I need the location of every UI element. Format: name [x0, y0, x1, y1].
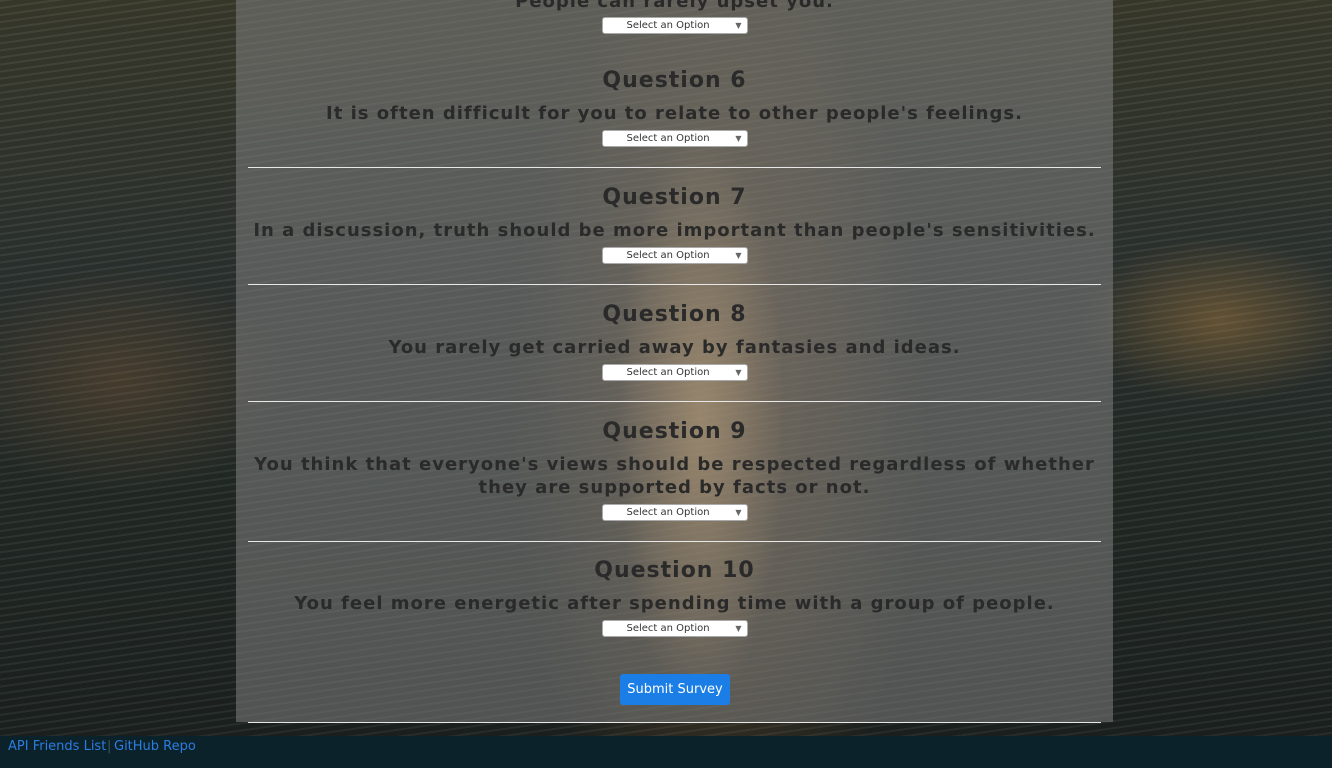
divider [248, 541, 1101, 542]
question-9: Question 9 You think that everyone's vie… [248, 419, 1101, 521]
question-5: People can rarely upset you. Select an O… [248, 0, 1101, 34]
select-value: Select an Option [626, 623, 710, 634]
question-title: Question 6 [602, 68, 747, 93]
select-value: Select an Option [626, 367, 710, 378]
question-title: Question 10 [594, 558, 755, 583]
question-title: Question 8 [602, 302, 747, 327]
question-title: Question 9 [602, 419, 747, 444]
question-text: It is often difficult for you to relate … [326, 103, 1023, 124]
answer-select[interactable]: Select an Option ▼ [601, 620, 748, 637]
footer-separator: | [107, 739, 112, 754]
select-value: Select an Option [626, 133, 710, 144]
question-6: Question 6 It is often difficult for you… [248, 68, 1101, 147]
question-text: You think that everyone's views should b… [254, 454, 1095, 498]
question-text: You feel more energetic after spending t… [294, 593, 1055, 614]
chevron-down-icon: ▼ [735, 624, 742, 633]
question-text: You rarely get carried away by fantasies… [388, 337, 961, 358]
question-text: People can rarely upset you. [515, 0, 834, 12]
chevron-down-icon: ▼ [735, 21, 742, 30]
answer-select[interactable]: Select an Option ▼ [601, 364, 748, 381]
chevron-down-icon: ▼ [735, 368, 742, 377]
divider [248, 284, 1101, 285]
select-value: Select an Option [626, 507, 710, 518]
question-8: Question 8 You rarely get carried away b… [248, 302, 1101, 381]
bottom-divider [248, 722, 1101, 723]
github-repo-link[interactable]: GitHub Repo [114, 739, 196, 754]
answer-select[interactable]: Select an Option ▼ [601, 247, 748, 264]
answer-select[interactable]: Select an Option ▼ [601, 130, 748, 147]
chevron-down-icon: ▼ [735, 251, 742, 260]
footer: API Friends List | GitHub Repo [0, 736, 1332, 768]
answer-select[interactable]: Select an Option ▼ [601, 504, 748, 521]
question-title: Question 7 [602, 185, 747, 210]
divider [248, 401, 1101, 402]
survey-panel: People can rarely upset you. Select an O… [236, 0, 1113, 722]
answer-select[interactable]: Select an Option ▼ [601, 17, 748, 34]
select-value: Select an Option [626, 20, 710, 31]
select-value: Select an Option [626, 250, 710, 261]
submit-survey-button[interactable]: Submit Survey [620, 674, 730, 705]
api-friends-list-link[interactable]: API Friends List [8, 739, 106, 754]
question-10: Question 10 You feel more energetic afte… [248, 558, 1101, 637]
question-text: In a discussion, truth should be more im… [253, 220, 1096, 241]
divider [248, 167, 1101, 168]
chevron-down-icon: ▼ [735, 134, 742, 143]
chevron-down-icon: ▼ [735, 508, 742, 517]
question-7: Question 7 In a discussion, truth should… [248, 185, 1101, 264]
